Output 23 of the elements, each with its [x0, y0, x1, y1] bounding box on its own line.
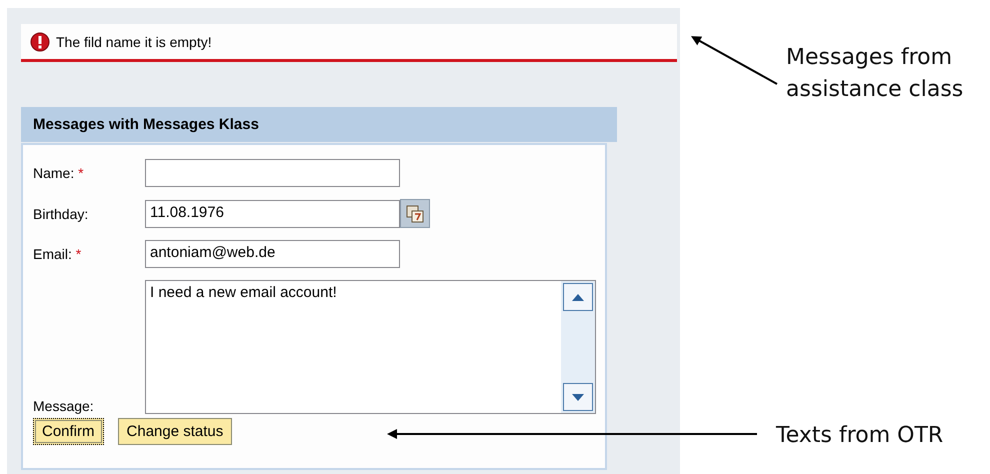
- field-label: Email: *: [33, 246, 82, 262]
- annotation-text: Messages from: [786, 44, 954, 72]
- action-button[interactable]: Change status: [118, 418, 232, 445]
- annotation-text: assistance class: [786, 76, 964, 104]
- up-triangle-icon: [572, 294, 584, 300]
- calendar-icon: [405, 204, 425, 224]
- scrollbar[interactable]: [561, 281, 595, 413]
- field-label: Message:: [33, 398, 95, 414]
- down-triangle-icon: [572, 394, 584, 400]
- error-icon: [30, 32, 50, 52]
- message-textarea[interactable]: I need a new email account!: [145, 280, 596, 414]
- annotation-text: Texts from OTR: [776, 422, 944, 450]
- panel-title: Messages with Messages Klass: [33, 116, 259, 133]
- field-label: Name: *: [33, 165, 85, 181]
- scroll-up-button[interactable]: [563, 283, 593, 311]
- input-field[interactable]: [145, 159, 400, 187]
- input-field[interactable]: antoniam@web.de: [145, 240, 400, 268]
- date-field[interactable]: 11.08.1976: [145, 200, 400, 228]
- scroll-down-button[interactable]: [563, 383, 593, 411]
- field-label: Birthday:: [33, 206, 90, 222]
- calendar-button[interactable]: [400, 199, 430, 228]
- error-message: The fild name it is empty!: [56, 34, 212, 50]
- action-button[interactable]: Confirm: [33, 418, 104, 445]
